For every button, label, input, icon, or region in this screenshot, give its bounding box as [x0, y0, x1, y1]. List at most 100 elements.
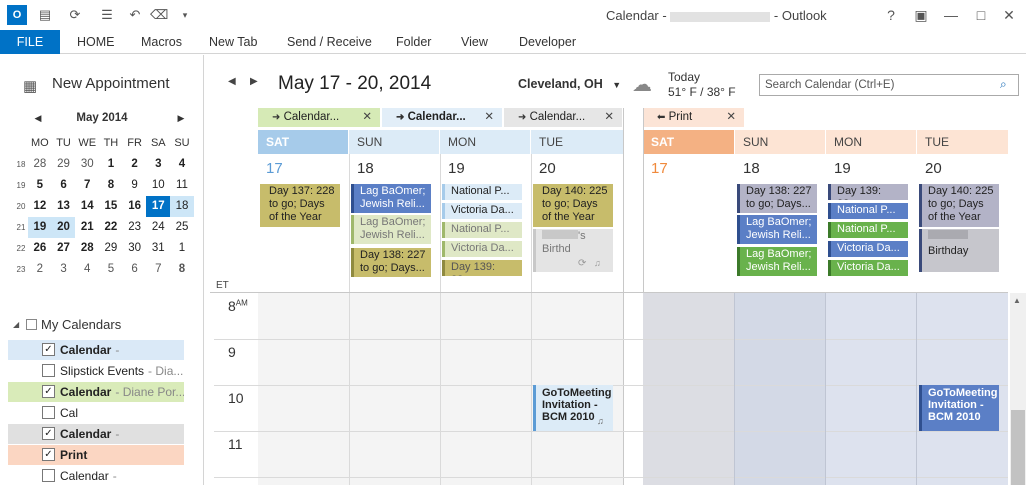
- mini-calendar-day[interactable]: 17: [146, 196, 171, 217]
- mini-calendar-day[interactable]: 12: [28, 196, 52, 217]
- mini-calendar-day[interactable]: 23: [123, 217, 147, 238]
- checkbox-checked-icon[interactable]: ✓: [42, 427, 55, 440]
- print-event-victoria1[interactable]: Victoria Da...: [828, 241, 908, 257]
- mini-calendar-day[interactable]: 15: [99, 196, 123, 217]
- send-receive-icon[interactable]: ▤: [36, 6, 54, 24]
- event-national-2[interactable]: National P...: [442, 222, 522, 238]
- mini-calendar-day[interactable]: 30: [75, 154, 99, 175]
- mini-calendar-day[interactable]: 14: [75, 196, 99, 217]
- close-tab-icon[interactable]: ✕: [726, 108, 736, 127]
- mini-calendar-day[interactable]: 9: [123, 175, 147, 196]
- mini-calendar-day[interactable]: 4: [170, 154, 194, 175]
- tab-file[interactable]: FILE: [0, 30, 60, 54]
- calendar-list-item[interactable]: Slipstick Events - Dia...: [8, 361, 184, 381]
- checkbox-checked-icon[interactable]: ✓: [42, 448, 55, 461]
- minimize-icon[interactable]: —: [940, 5, 962, 25]
- sync-icon[interactable]: ⟳: [66, 6, 84, 24]
- my-calendars-header[interactable]: My Calendars: [41, 317, 121, 332]
- day-number-18[interactable]: 18: [349, 155, 374, 183]
- print-day-number-17[interactable]: 17: [643, 155, 668, 183]
- mini-calendar-day[interactable]: 1: [99, 154, 123, 175]
- close-tab-icon[interactable]: ✕: [604, 108, 614, 127]
- calendar-list-item[interactable]: ✓ Calendar - Diane Por...: [8, 382, 184, 402]
- collapse-icon[interactable]: ◢: [13, 320, 19, 329]
- next-date-icon[interactable]: ▶: [250, 76, 258, 87]
- mini-calendar-day[interactable]: 2: [123, 154, 147, 175]
- calendar-list-item[interactable]: Cal: [8, 403, 184, 423]
- tab-home[interactable]: HOME: [77, 30, 115, 54]
- tab-macros[interactable]: Macros: [141, 30, 182, 54]
- search-input[interactable]: Search Calendar (Ctrl+E): [759, 74, 1019, 96]
- event-day140[interactable]: Day 140: 225 to go; Days of the Year: [533, 184, 613, 227]
- event-lag-baomer-2[interactable]: Lag BaOmer; Jewish Reli...: [351, 215, 431, 244]
- print-event-day139[interactable]: Day 139: 22...: [828, 184, 908, 200]
- print-day-number-19[interactable]: 19: [826, 155, 851, 183]
- checkbox-group-icon[interactable]: [26, 319, 37, 330]
- mini-calendar-day[interactable]: 1: [170, 238, 194, 259]
- print-event-national1[interactable]: National P...: [828, 203, 908, 219]
- event-national-1[interactable]: National P...: [442, 184, 522, 200]
- event-day137[interactable]: Day 137: 228 to go; Days of the Year: [260, 184, 340, 227]
- print-event-gotomeeting[interactable]: GoToMeeting Invitation - BCM 2010: [919, 385, 999, 431]
- day-number-19[interactable]: 19: [440, 155, 465, 183]
- close-icon[interactable]: ✕: [998, 5, 1020, 25]
- calendar-tab-2[interactable]: ➜ Calendar... ✕: [382, 108, 502, 127]
- mini-calendar-day[interactable]: 7: [146, 259, 170, 280]
- mini-calendar-day[interactable]: 19: [28, 217, 52, 238]
- customize-toolbar-icon[interactable]: ▾: [176, 6, 194, 24]
- mini-calendar-day[interactable]: 24: [146, 217, 170, 238]
- mini-calendar-day[interactable]: 6: [123, 259, 147, 280]
- event-victoria-2[interactable]: Victoria Da...: [442, 241, 522, 257]
- mini-calendar-day[interactable]: 22: [99, 217, 123, 238]
- mini-calendar-day[interactable]: 29: [52, 154, 76, 175]
- tab-view[interactable]: View: [461, 30, 488, 54]
- tab-send-receive[interactable]: Send / Receive: [287, 30, 372, 54]
- print-event-lag2[interactable]: Lag BaOmer; Jewish Reli...: [737, 247, 817, 276]
- mini-calendar-day[interactable]: 13: [52, 196, 76, 217]
- mini-calendar-day[interactable]: 11: [170, 175, 194, 196]
- move-left-icon[interactable]: ⬅: [657, 112, 665, 123]
- move-right-icon[interactable]: ➜: [396, 112, 404, 123]
- calendar-tab-3[interactable]: ➜ Calendar... ✕: [504, 108, 622, 127]
- tab-developer[interactable]: Developer: [519, 30, 576, 54]
- checkbox-icon[interactable]: [42, 469, 55, 482]
- event-day139[interactable]: Day 139: 22...: [442, 260, 522, 276]
- mini-calendar-day[interactable]: 6: [52, 175, 76, 196]
- print-event-day138[interactable]: Day 138: 227 to go; Days...: [737, 184, 817, 213]
- mini-calendar-day[interactable]: 8: [99, 175, 123, 196]
- scrollbar-thumb[interactable]: [1011, 410, 1025, 485]
- mini-calendar-day[interactable]: 3: [146, 154, 170, 175]
- print-event-birthday[interactable]: Birthday: [919, 229, 999, 272]
- maximize-icon[interactable]: □: [970, 5, 992, 25]
- move-right-icon[interactable]: ➜: [518, 112, 526, 123]
- mini-calendar-day[interactable]: 2: [28, 259, 52, 280]
- event-victoria-1[interactable]: Victoria Da...: [442, 203, 522, 219]
- mini-calendar-day[interactable]: 20: [51, 217, 76, 238]
- calendar-list-item[interactable]: Calendar -: [8, 466, 184, 486]
- ribbon-display-icon[interactable]: ▣: [910, 5, 932, 25]
- tab-new-tab[interactable]: New Tab: [209, 30, 257, 54]
- new-appointment-button[interactable]: New Appointment: [52, 75, 170, 92]
- mini-calendar-day[interactable]: 31: [146, 238, 170, 259]
- mini-calendar-day[interactable]: 4: [75, 259, 99, 280]
- mini-calendar-day[interactable]: 3: [52, 259, 76, 280]
- calendar-list-item[interactable]: ✓ Print: [8, 445, 184, 465]
- location-selector[interactable]: Cleveland, OH ▼: [518, 77, 621, 91]
- view-list-icon[interactable]: ☰: [98, 6, 116, 24]
- calendar-tab-1[interactable]: ➜ Calendar... ✕: [258, 108, 380, 127]
- tab-folder[interactable]: Folder: [396, 30, 431, 54]
- scroll-up-icon[interactable]: ▲: [1013, 296, 1021, 305]
- mini-calendar-day[interactable]: 29: [99, 238, 123, 259]
- mini-calendar-day[interactable]: 28: [28, 154, 52, 175]
- checkbox-icon[interactable]: [42, 406, 55, 419]
- mini-calendar-day[interactable]: 5: [28, 175, 52, 196]
- mini-calendar-day[interactable]: 25: [170, 217, 194, 238]
- next-month-icon[interactable]: ▶: [173, 107, 189, 129]
- help-icon[interactable]: ?: [880, 5, 902, 25]
- day-number-20[interactable]: 20: [531, 155, 556, 183]
- prev-date-icon[interactable]: ◀: [228, 76, 236, 87]
- close-tab-icon[interactable]: ✕: [484, 108, 494, 127]
- checkbox-checked-icon[interactable]: ✓: [42, 385, 55, 398]
- mini-calendar-day[interactable]: 21: [75, 217, 99, 238]
- mini-calendar-day[interactable]: 16: [123, 196, 147, 217]
